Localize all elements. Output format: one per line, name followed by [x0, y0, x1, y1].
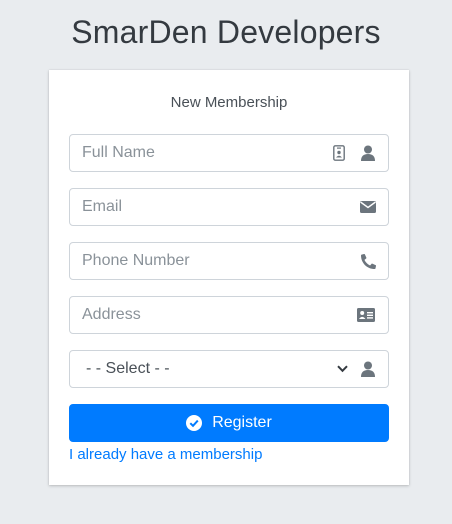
phone-input[interactable]	[82, 243, 312, 279]
app-logo: SmarDen Developers	[71, 14, 381, 50]
register-label: Register	[212, 414, 272, 431]
card-title: New Membership	[170, 94, 288, 111]
phone-field	[69, 242, 389, 280]
full-name-input[interactable]	[82, 135, 312, 171]
user-icon	[358, 351, 378, 387]
address-card-icon	[356, 297, 376, 333]
chevron-down-icon[interactable]	[332, 351, 352, 387]
id-badge-icon	[329, 135, 349, 171]
full-name-field	[69, 134, 389, 172]
select-value: - - Select - -	[86, 360, 170, 377]
membership-select[interactable]: - - Select - -	[69, 350, 389, 388]
check-circle-icon	[186, 415, 203, 431]
register-button[interactable]: Register	[69, 404, 389, 442]
envelope-icon	[358, 189, 378, 225]
email-input[interactable]	[82, 189, 312, 225]
phone-icon	[358, 243, 378, 279]
user-icon	[358, 135, 378, 171]
email-field	[69, 188, 389, 226]
address-field	[69, 296, 389, 334]
login-link[interactable]: I already have a membership	[69, 446, 262, 463]
address-input[interactable]	[82, 297, 312, 333]
registration-card: New Membership Full Name Email Phone Num…	[49, 70, 409, 485]
